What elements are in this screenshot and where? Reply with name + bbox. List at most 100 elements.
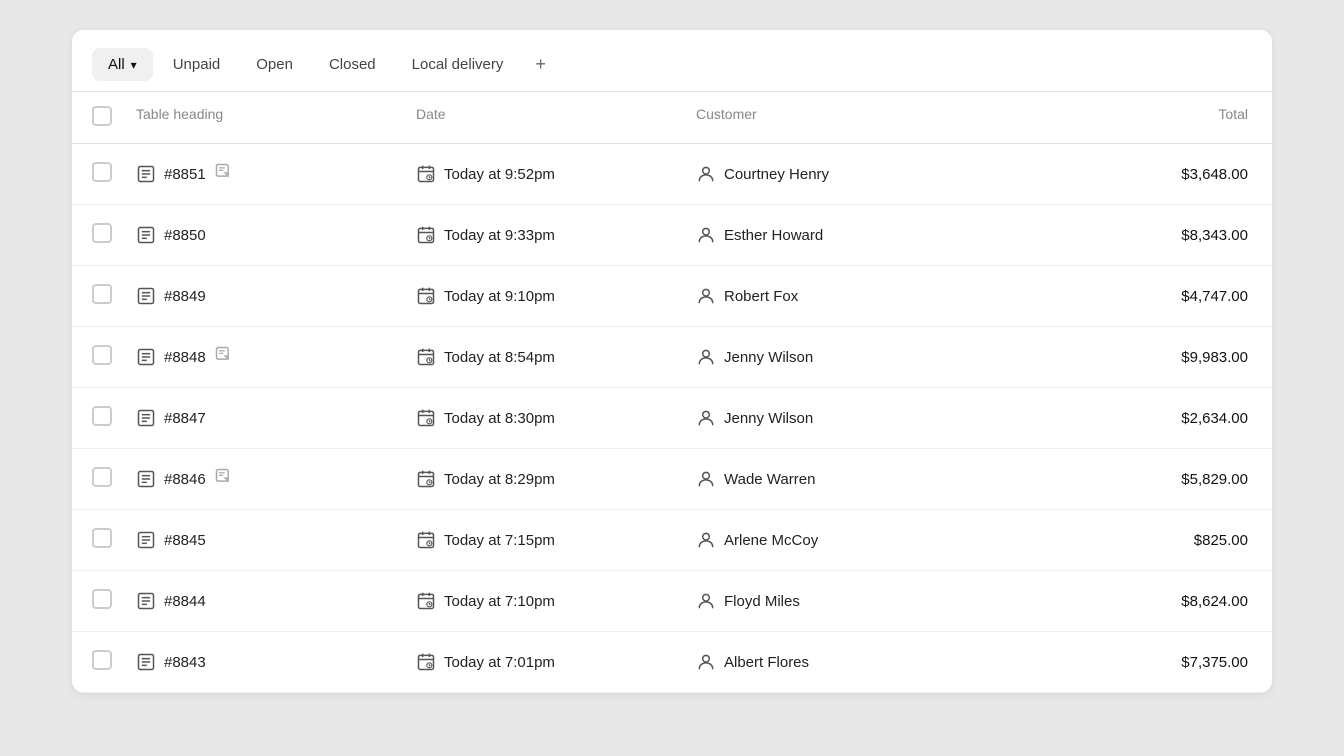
row-select-checkbox[interactable] <box>92 650 112 670</box>
header-date: Date <box>400 92 680 143</box>
chevron-down-icon: ▾ <box>131 58 137 72</box>
date-cell: Today at 7:10pm <box>400 573 680 629</box>
total-cell: $4,747.00 <box>1132 270 1272 323</box>
row-select-checkbox[interactable] <box>92 528 112 548</box>
order-cell: #8851 <box>120 144 400 204</box>
order-cell: #8847 <box>120 390 400 446</box>
date-value: Today at 9:33pm <box>444 227 555 244</box>
table-row[interactable]: #8849 Today at 9:10pm Robert Fox $4,747.0… <box>72 266 1272 327</box>
note-icon <box>214 345 234 369</box>
tab-local-delivery[interactable]: Local delivery <box>396 48 520 81</box>
order-cell: #8849 <box>120 268 400 324</box>
order-number: #8851 <box>164 166 206 183</box>
header-total: Total <box>1132 92 1272 143</box>
total-cell: $825.00 <box>1132 514 1272 567</box>
row-select-checkbox[interactable] <box>92 162 112 182</box>
tab-open-label: Open <box>256 56 293 73</box>
row-select-checkbox[interactable] <box>92 284 112 304</box>
row-select-checkbox[interactable] <box>92 467 112 487</box>
tab-bar: All ▾ Unpaid Open Closed Local delivery … <box>72 30 1272 92</box>
row-checkbox-cell <box>72 144 120 204</box>
table-row[interactable]: #8847 Today at 8:30pm Jenny Wilson $2,634… <box>72 388 1272 449</box>
tab-closed[interactable]: Closed <box>313 48 392 81</box>
row-checkbox-cell <box>72 205 120 265</box>
date-value: Today at 9:10pm <box>444 288 555 305</box>
customer-name: Esther Howard <box>724 227 823 244</box>
date-cell: Today at 8:30pm <box>400 390 680 446</box>
table-row[interactable]: #8843 Today at 7:01pm Albert Flores$7,37… <box>72 632 1272 693</box>
customer-cell: Esther Howard <box>680 207 1132 263</box>
header-table-heading: Table heading <box>120 92 400 143</box>
note-icon <box>214 162 234 186</box>
table-row[interactable]: #8844 Today at 7:10pm Floyd Miles $8,624.… <box>72 571 1272 632</box>
header-checkbox <box>72 92 120 143</box>
add-tab-button[interactable]: + <box>523 46 558 83</box>
order-number: #8846 <box>164 471 206 488</box>
total-cell: $8,343.00 <box>1132 209 1272 262</box>
date-value: Today at 8:54pm <box>444 349 555 366</box>
add-tab-icon: + <box>535 54 546 74</box>
date-cell: Today at 7:01pm <box>400 634 680 690</box>
order-number: #8847 <box>164 410 206 427</box>
tab-open[interactable]: Open <box>240 48 309 81</box>
tab-unpaid-label: Unpaid <box>173 56 221 73</box>
total-cell: $2,634.00 <box>1132 392 1272 445</box>
customer-cell: Jenny Wilson <box>680 390 1132 446</box>
row-checkbox-cell <box>72 632 120 692</box>
note-icon <box>214 467 234 491</box>
total-cell: $5,829.00 <box>1132 453 1272 506</box>
tab-unpaid[interactable]: Unpaid <box>157 48 237 81</box>
row-select-checkbox[interactable] <box>92 345 112 365</box>
customer-name: Arlene McCoy <box>724 532 818 549</box>
header-customer: Customer <box>680 92 1132 143</box>
row-checkbox-cell <box>72 388 120 448</box>
customer-name: Jenny Wilson <box>724 349 813 366</box>
row-select-checkbox[interactable] <box>92 223 112 243</box>
row-select-checkbox[interactable] <box>92 406 112 426</box>
order-number: #8848 <box>164 349 206 366</box>
customer-cell: Wade Warren <box>680 451 1132 507</box>
date-value: Today at 7:10pm <box>444 593 555 610</box>
table-row[interactable]: #8850 Today at 9:33pm Esther Howard $8,34… <box>72 205 1272 266</box>
customer-cell: Floyd Miles <box>680 573 1132 629</box>
row-checkbox-cell <box>72 266 120 326</box>
row-select-checkbox[interactable] <box>92 589 112 609</box>
table-row[interactable]: #8845 Today at 7:15pm Arlene McCoy $825.0… <box>72 510 1272 571</box>
order-cell: #8843 <box>120 634 400 690</box>
date-cell: Today at 8:54pm <box>400 329 680 385</box>
customer-name: Wade Warren <box>724 471 815 488</box>
order-number: #8850 <box>164 227 206 244</box>
order-cell: #8845 <box>120 512 400 568</box>
tab-local-delivery-label: Local delivery <box>412 56 504 73</box>
total-cell: $8,624.00 <box>1132 575 1272 628</box>
date-value: Today at 9:52pm <box>444 166 555 183</box>
date-cell: Today at 9:33pm <box>400 207 680 263</box>
customer-cell: Arlene McCoy <box>680 512 1132 568</box>
order-number: #8845 <box>164 532 206 549</box>
date-value: Today at 7:15pm <box>444 532 555 549</box>
table-body: #8851 Today at 9:52pm Courtney Henry$3,6… <box>72 144 1272 693</box>
customer-cell: Courtney Henry <box>680 146 1132 202</box>
customer-cell: Robert Fox <box>680 268 1132 324</box>
total-cell: $9,983.00 <box>1132 331 1272 384</box>
order-cell: #8844 <box>120 573 400 629</box>
row-checkbox-cell <box>72 449 120 509</box>
table-row[interactable]: #8851 Today at 9:52pm Courtney Henry$3,6… <box>72 144 1272 205</box>
customer-cell: Jenny Wilson <box>680 329 1132 385</box>
date-value: Today at 8:29pm <box>444 471 555 488</box>
table-row[interactable]: #8846 Today at 8:29pm Wade Warren $5,829.… <box>72 449 1272 510</box>
select-all-checkbox[interactable] <box>92 106 112 126</box>
customer-name: Jenny Wilson <box>724 410 813 427</box>
date-value: Today at 8:30pm <box>444 410 555 427</box>
order-number: #8844 <box>164 593 206 610</box>
customer-name: Robert Fox <box>724 288 798 305</box>
total-cell: $3,648.00 <box>1132 148 1272 201</box>
table-row[interactable]: #8848 Today at 8:54pm Jenny Wilson $9,983… <box>72 327 1272 388</box>
tab-all[interactable]: All ▾ <box>92 48 153 81</box>
date-cell: Today at 9:52pm <box>400 146 680 202</box>
main-container: All ▾ Unpaid Open Closed Local delivery … <box>72 30 1272 693</box>
customer-name: Floyd Miles <box>724 593 800 610</box>
date-cell: Today at 7:15pm <box>400 512 680 568</box>
order-cell: #8848 <box>120 327 400 387</box>
row-checkbox-cell <box>72 571 120 631</box>
